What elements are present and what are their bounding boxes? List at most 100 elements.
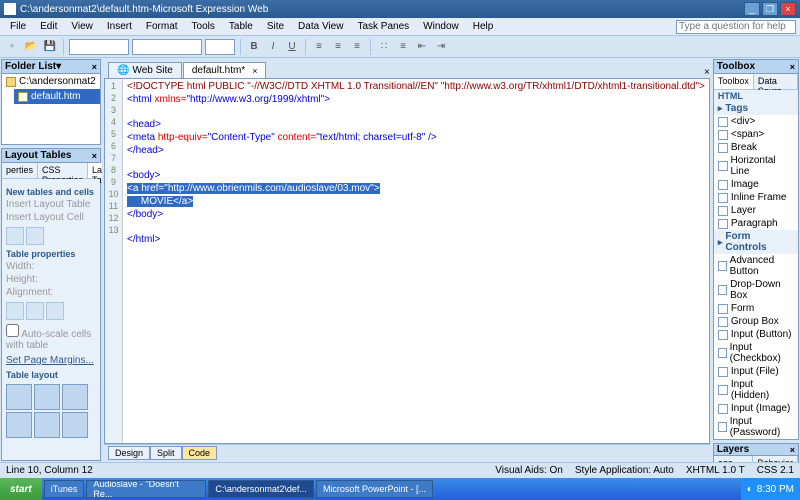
task-audioslave[interactable]: Audioslave - "Doesn't Re... bbox=[86, 480, 206, 498]
tab-toolbox[interactable]: Toolbox bbox=[714, 74, 754, 89]
tab-properties[interactable]: perties bbox=[2, 163, 38, 178]
outdent-icon[interactable]: ⇤ bbox=[414, 39, 430, 55]
menu-file[interactable]: File bbox=[4, 19, 32, 34]
close-icon[interactable]: × bbox=[790, 62, 795, 72]
view-code[interactable]: Code bbox=[182, 446, 218, 460]
code-editor[interactable]: 12345678910111213 <!DOCTYPE html PUBLIC … bbox=[104, 78, 710, 444]
tool-iframe[interactable]: Inline Frame bbox=[714, 191, 798, 204]
menu-tools[interactable]: Tools bbox=[186, 19, 221, 34]
task-expressionweb[interactable]: C:\andersonmat2\def... bbox=[208, 480, 314, 498]
view-design[interactable]: Design bbox=[108, 446, 150, 460]
doctype-status[interactable]: XHTML 1.0 T bbox=[686, 465, 745, 476]
size-select[interactable] bbox=[205, 39, 235, 55]
folder-root[interactable]: C:\andersonmat2 bbox=[2, 74, 100, 89]
align-btn-2[interactable] bbox=[26, 302, 44, 320]
css-status[interactable]: CSS 2.1 bbox=[757, 465, 794, 476]
align-right-icon[interactable]: ≡ bbox=[349, 39, 365, 55]
indent-icon[interactable]: ⇥ bbox=[433, 39, 449, 55]
close-icon[interactable]: × bbox=[252, 66, 257, 76]
font-select[interactable] bbox=[132, 39, 202, 55]
tool-break[interactable]: Break bbox=[714, 141, 798, 154]
tool-hr[interactable]: Horizontal Line bbox=[714, 154, 798, 178]
style-select[interactable] bbox=[69, 39, 129, 55]
layout-btn-2[interactable] bbox=[26, 227, 44, 245]
numbering-icon[interactable]: ≡ bbox=[395, 39, 411, 55]
title-app: Microsoft Expression Web bbox=[152, 4, 268, 15]
tray-icon[interactable]: ◐ bbox=[747, 484, 753, 495]
system-tray[interactable]: ◐8:30 PM bbox=[741, 478, 800, 500]
folder-icon bbox=[6, 77, 16, 87]
tab-datasource[interactable]: Data Sourc bbox=[754, 74, 798, 89]
menu-insert[interactable]: Insert bbox=[101, 19, 138, 34]
menu-dataview[interactable]: Data View bbox=[292, 19, 349, 34]
help-search-input[interactable] bbox=[676, 20, 796, 34]
menu-help[interactable]: Help bbox=[467, 19, 500, 34]
tool-checkbox[interactable]: Input (Checkbox) bbox=[714, 341, 798, 365]
menu-site[interactable]: Site bbox=[261, 19, 290, 34]
bullets-icon[interactable]: ∷ bbox=[376, 39, 392, 55]
align-btn-1[interactable] bbox=[6, 302, 24, 320]
groupbox-icon bbox=[718, 317, 728, 327]
menu-window[interactable]: Window bbox=[417, 19, 465, 34]
folder-file[interactable]: default.htm bbox=[14, 89, 100, 104]
layout-btn-1[interactable] bbox=[6, 227, 24, 245]
align-center-icon[interactable]: ≡ bbox=[330, 39, 346, 55]
tool-image[interactable]: Image bbox=[714, 178, 798, 191]
task-powerpoint[interactable]: Microsoft PowerPoint - [... bbox=[316, 480, 433, 498]
layout-thumb[interactable] bbox=[62, 412, 88, 438]
style-app-status[interactable]: Style Application: Auto bbox=[575, 465, 674, 476]
minimize-button[interactable]: _ bbox=[744, 2, 760, 16]
new-icon[interactable]: ▫ bbox=[4, 39, 20, 55]
italic-icon[interactable]: I bbox=[265, 39, 281, 55]
menu-table[interactable]: Table bbox=[223, 19, 259, 34]
align-btn-3[interactable] bbox=[46, 302, 64, 320]
tool-span[interactable]: <span> bbox=[714, 128, 798, 141]
tab-website[interactable]: 🌐Web Site bbox=[108, 62, 182, 78]
start-button[interactable]: start bbox=[0, 478, 42, 500]
set-margins-link[interactable]: Set Page Margins... bbox=[6, 355, 96, 366]
tool-inpimage[interactable]: Input (Image) bbox=[714, 402, 798, 415]
close-all-icon[interactable]: × bbox=[704, 67, 710, 78]
tool-groupbox[interactable]: Group Box bbox=[714, 315, 798, 328]
tool-div[interactable]: <div> bbox=[714, 115, 798, 128]
tab-default-htm[interactable]: default.htm*× bbox=[183, 62, 267, 78]
tool-password[interactable]: Input (Password) bbox=[714, 415, 798, 439]
maximize-button[interactable]: ❐ bbox=[762, 2, 778, 16]
bold-icon[interactable]: B bbox=[246, 39, 262, 55]
code-area[interactable]: <!DOCTYPE html PUBLIC "-//W3C//DTD XHTML… bbox=[123, 79, 709, 443]
autoscale-checkbox[interactable] bbox=[6, 324, 19, 337]
layout-thumb[interactable] bbox=[6, 412, 32, 438]
menu-taskpanes[interactable]: Task Panes bbox=[351, 19, 415, 34]
cat-tags[interactable]: ▸ Tags bbox=[714, 102, 798, 115]
layout-thumb[interactable] bbox=[34, 384, 60, 410]
close-icon[interactable]: × bbox=[790, 445, 795, 455]
tab-css-properties[interactable]: CSS Properties bbox=[38, 163, 88, 178]
underline-icon[interactable]: U bbox=[284, 39, 300, 55]
layout-thumb[interactable] bbox=[6, 384, 32, 410]
tool-paragraph[interactable]: Paragraph bbox=[714, 217, 798, 230]
panel-dropdown-icon[interactable]: ▾ bbox=[56, 61, 61, 72]
tool-dropdown[interactable]: Drop-Down Box bbox=[714, 278, 798, 302]
tool-form[interactable]: Form bbox=[714, 302, 798, 315]
cat-html[interactable]: HTML bbox=[714, 90, 798, 102]
open-icon[interactable]: 📂 bbox=[23, 39, 39, 55]
tool-hidden[interactable]: Input (Hidden) bbox=[714, 378, 798, 402]
tool-inpbutton[interactable]: Input (Button) bbox=[714, 328, 798, 341]
align-left-icon[interactable]: ≡ bbox=[311, 39, 327, 55]
layout-thumb[interactable] bbox=[34, 412, 60, 438]
close-icon[interactable]: × bbox=[92, 151, 97, 161]
close-button[interactable]: × bbox=[780, 2, 796, 16]
cat-form[interactable]: ▸ Form Controls bbox=[714, 230, 798, 254]
task-itunes[interactable]: iTunes bbox=[44, 480, 85, 498]
layout-thumb[interactable] bbox=[62, 384, 88, 410]
tool-advbutton[interactable]: Advanced Button bbox=[714, 254, 798, 278]
menu-view[interactable]: View bbox=[65, 19, 99, 34]
menu-edit[interactable]: Edit bbox=[34, 19, 63, 34]
visual-aids-status[interactable]: Visual Aids: On bbox=[495, 465, 563, 476]
close-icon[interactable]: × bbox=[92, 62, 97, 72]
tool-file[interactable]: Input (File) bbox=[714, 365, 798, 378]
save-icon[interactable]: 💾 bbox=[42, 39, 58, 55]
view-split[interactable]: Split bbox=[150, 446, 182, 460]
menu-format[interactable]: Format bbox=[140, 19, 184, 34]
tool-layer[interactable]: Layer bbox=[714, 204, 798, 217]
